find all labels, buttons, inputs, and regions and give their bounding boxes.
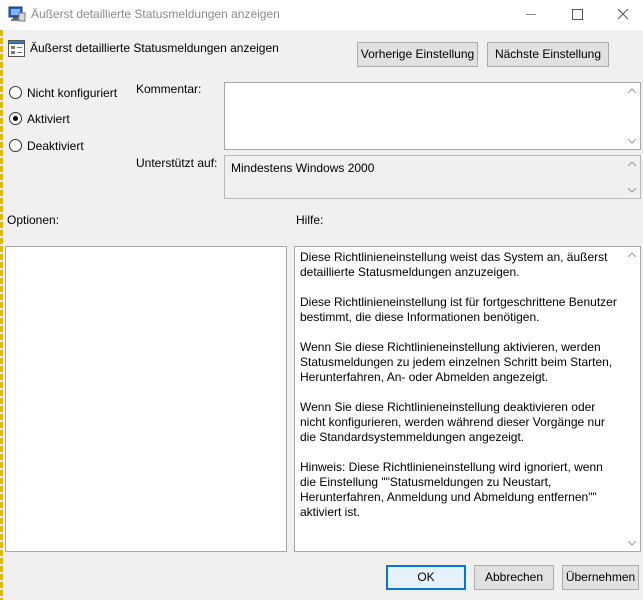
previous-setting-button[interactable]: Vorherige Einstellung xyxy=(357,42,478,67)
setting-title: Äußerst detaillierte Statusmeldungen anz… xyxy=(30,41,279,55)
window-title: Äußerst detaillierte Statusmeldungen anz… xyxy=(31,7,280,21)
comment-textarea[interactable] xyxy=(224,82,641,150)
background-window-edge xyxy=(0,30,3,600)
radio-button[interactable] xyxy=(9,112,22,125)
options-panel xyxy=(5,246,287,552)
next-setting-button[interactable]: Nächste Einstellung xyxy=(487,42,609,67)
supported-on-label: Unterstützt auf: xyxy=(136,156,218,170)
comment-scrollbar[interactable] xyxy=(624,83,640,149)
apply-button[interactable]: Übernehmen xyxy=(562,565,639,590)
help-scrollbar[interactable] xyxy=(624,247,640,551)
options-label: Optionen: xyxy=(7,213,60,227)
supported-scrollbar[interactable] xyxy=(624,156,640,198)
maximize-button[interactable] xyxy=(555,0,601,30)
minimize-icon xyxy=(526,14,536,15)
scroll-up-icon[interactable] xyxy=(628,161,636,166)
radio-button[interactable] xyxy=(9,86,22,99)
help-paragraph: Wenn Sie diese Richtlinieneinstellung de… xyxy=(300,400,605,444)
radio-label: Aktiviert xyxy=(27,112,70,126)
maximize-icon xyxy=(572,9,583,20)
minimize-button[interactable] xyxy=(509,0,555,30)
ok-button[interactable]: OK xyxy=(386,565,466,590)
radio-label: Nicht konfiguriert xyxy=(27,86,118,100)
close-icon xyxy=(618,9,629,20)
policy-app-icon xyxy=(8,6,26,22)
radio-selected-dot xyxy=(13,116,18,121)
comment-label: Kommentar: xyxy=(136,82,202,96)
help-paragraph: Diese Richtlinieneinstellung ist für for… xyxy=(300,295,617,324)
scroll-down-icon[interactable] xyxy=(628,541,636,546)
radio-label: Deaktiviert xyxy=(27,139,84,153)
scroll-down-icon[interactable] xyxy=(628,188,636,193)
scroll-down-icon[interactable] xyxy=(628,139,636,144)
supported-on-field: Mindestens Windows 2000 xyxy=(224,155,641,199)
cancel-button[interactable]: Abbrechen xyxy=(474,565,554,590)
close-button[interactable] xyxy=(601,0,643,30)
help-paragraph: Wenn Sie diese Richtlinieneinstellung ak… xyxy=(300,340,613,384)
radio-button[interactable] xyxy=(9,139,22,152)
help-label: Hilfe: xyxy=(296,213,324,227)
help-paragraph: Hinweis: Diese Richtlinieneinstellung wi… xyxy=(300,460,603,519)
scroll-up-icon[interactable] xyxy=(628,88,636,93)
help-paragraph: Diese Richtlinieneinstellung weist das S… xyxy=(300,250,608,279)
supported-on-value: Mindestens Windows 2000 xyxy=(231,161,375,175)
help-text: Diese Richtlinieneinstellung weist das S… xyxy=(300,250,620,535)
setting-icon xyxy=(8,40,25,57)
scroll-up-icon[interactable] xyxy=(628,252,636,257)
title-bar: Äußerst detaillierte Statusmeldungen anz… xyxy=(0,0,643,30)
help-panel[interactable]: Diese Richtlinieneinstellung weist das S… xyxy=(294,246,641,552)
